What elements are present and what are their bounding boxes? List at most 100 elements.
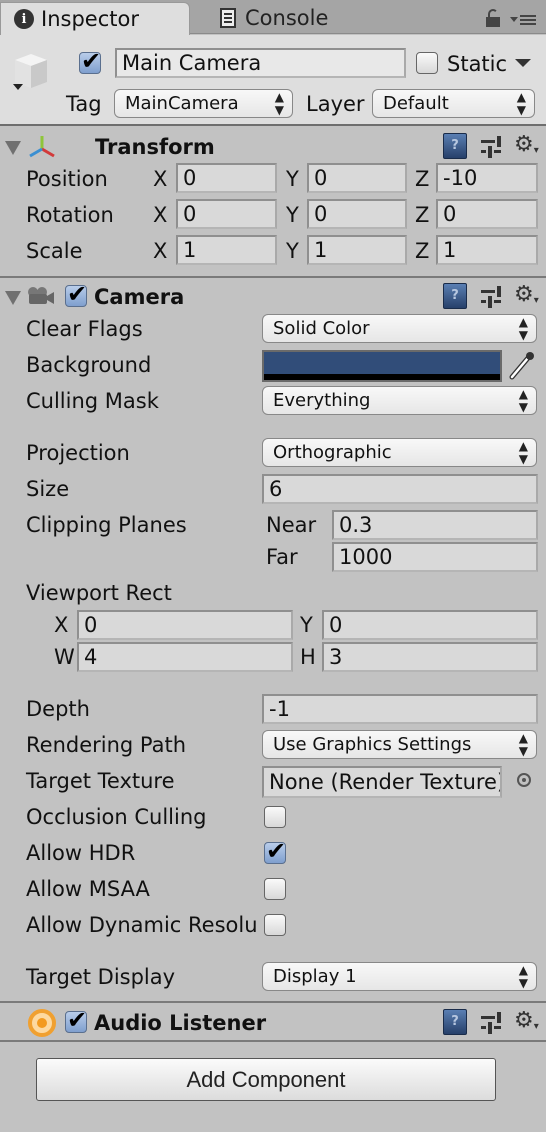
near-field[interactable]: 0.3	[332, 510, 538, 540]
rendering-path-dropdown[interactable]: Use Graphics Settings ▲ ▼	[262, 730, 537, 759]
rotation-y-field[interactable]: 0	[307, 199, 407, 229]
allow-dynamic-resolution-label: Allow Dynamic Resolu	[26, 913, 258, 937]
rotation-label: Rotation	[26, 203, 114, 227]
tag-value: MainCamera	[125, 93, 239, 114]
scale-z-field[interactable]: 1	[436, 235, 538, 265]
tag-dropdown[interactable]: MainCamera ▲ ▼	[114, 89, 293, 118]
viewport-y-label[interactable]: Y	[300, 612, 313, 638]
position-z-field[interactable]: -10	[436, 163, 538, 193]
help-icon[interactable]: ?	[443, 1009, 467, 1035]
help-icon[interactable]: ?	[443, 283, 467, 309]
size-label: Size	[26, 477, 70, 501]
eyedropper-icon[interactable]	[508, 350, 536, 380]
scale-y-field[interactable]: 1	[307, 235, 407, 265]
camera-title: Camera	[94, 285, 185, 309]
static-dropdown-icon[interactable]	[515, 59, 531, 67]
camera-icon	[28, 287, 54, 304]
presets-icon[interactable]	[481, 1012, 503, 1034]
scale-x-label[interactable]: X	[153, 238, 167, 264]
alpha-bar	[264, 374, 500, 380]
camera-enabled-checkbox[interactable]	[65, 280, 87, 308]
updown-arrows-icon: ▲ ▼	[516, 90, 526, 117]
updown-arrows-icon: ▲ ▼	[518, 731, 528, 758]
add-component-button[interactable]: Add Component	[36, 1058, 496, 1101]
viewport-x-label[interactable]: X	[54, 612, 68, 638]
viewport-h-field[interactable]: 3	[322, 642, 538, 672]
rotation-z-field[interactable]: 0	[436, 199, 538, 229]
gear-icon[interactable]: ⚙▾	[514, 1010, 539, 1036]
far-field[interactable]: 1000	[332, 542, 538, 572]
object-picker-icon[interactable]	[517, 773, 531, 787]
tab-bar: i Inspector Console	[0, 0, 546, 35]
layer-value: Default	[383, 93, 449, 114]
projection-dropdown[interactable]: Orthographic ▲ ▼	[262, 438, 537, 467]
rotation-z-label[interactable]: Z	[415, 202, 429, 228]
allow-msaa-checkbox[interactable]	[264, 878, 286, 900]
rendering-path-value: Use Graphics Settings	[273, 734, 472, 755]
rotation-x-label[interactable]: X	[153, 202, 167, 228]
tab-console-label: Console	[245, 6, 329, 30]
target-display-dropdown[interactable]: Display 1 ▲ ▼	[262, 962, 537, 991]
position-y-label[interactable]: Y	[286, 166, 299, 192]
culling-mask-dropdown[interactable]: Everything ▲ ▼	[262, 386, 537, 415]
viewport-h-label[interactable]: H	[300, 644, 316, 670]
viewport-w-label[interactable]: W	[54, 644, 75, 670]
gameobject-cube-icon[interactable]	[9, 50, 51, 92]
presets-icon[interactable]	[481, 136, 503, 158]
console-icon	[220, 8, 236, 28]
clipping-planes-label: Clipping Planes	[26, 513, 187, 537]
section-divider	[0, 1040, 546, 1042]
position-y-field[interactable]: 0	[307, 163, 407, 193]
help-icon[interactable]: ?	[443, 133, 467, 159]
section-divider	[0, 1001, 546, 1003]
viewport-y-field[interactable]: 0	[322, 610, 538, 640]
presets-icon[interactable]	[481, 286, 503, 308]
static-checkbox[interactable]	[416, 52, 438, 74]
info-icon: i	[14, 9, 34, 29]
position-x-label[interactable]: X	[153, 166, 167, 192]
scale-label: Scale	[26, 239, 83, 263]
clear-flags-label: Clear Flags	[26, 317, 143, 341]
scale-y-label[interactable]: Y	[286, 238, 299, 264]
gameobject-active-checkbox[interactable]	[79, 47, 101, 75]
near-label[interactable]: Near	[266, 512, 316, 538]
target-texture-label: Target Texture	[26, 769, 175, 793]
viewport-w-field[interactable]: 4	[77, 642, 293, 672]
tab-inspector-label: Inspector	[41, 7, 139, 31]
gear-icon[interactable]: ⚙▾	[514, 284, 539, 310]
section-divider	[0, 276, 546, 278]
target-texture-field[interactable]: None (Render Texture)	[262, 766, 502, 798]
projection-value: Orthographic	[273, 442, 392, 463]
occlusion-culling-checkbox[interactable]	[264, 806, 286, 828]
tag-label: Tag	[66, 92, 102, 116]
viewport-x-field[interactable]: 0	[77, 610, 293, 640]
camera-foldout-icon[interactable]	[5, 291, 21, 305]
updown-arrows-icon: ▲ ▼	[518, 439, 528, 466]
position-z-label[interactable]: Z	[415, 166, 429, 192]
tab-console[interactable]: Console	[220, 2, 328, 34]
gameobject-name-field[interactable]: Main Camera	[115, 48, 406, 78]
scale-x-field[interactable]: 1	[176, 235, 277, 265]
far-label[interactable]: Far	[266, 544, 298, 570]
rotation-x-field[interactable]: 0	[176, 199, 277, 229]
tab-menu-icon[interactable]	[510, 14, 540, 28]
tab-inspector[interactable]: i Inspector	[0, 2, 190, 35]
allow-hdr-checkbox[interactable]	[264, 837, 286, 865]
updown-arrows-icon: ▲ ▼	[274, 90, 284, 117]
scale-z-label[interactable]: Z	[415, 238, 429, 264]
layer-label: Layer	[306, 92, 365, 116]
audio-listener-icon	[28, 1009, 56, 1037]
background-color-field[interactable]	[262, 350, 502, 382]
transform-foldout-icon[interactable]	[5, 141, 21, 155]
clear-flags-dropdown[interactable]: Solid Color ▲ ▼	[262, 314, 537, 343]
depth-field[interactable]: -1	[262, 694, 538, 724]
gear-icon[interactable]: ⚙▾	[514, 134, 539, 160]
layer-dropdown[interactable]: Default ▲ ▼	[372, 89, 535, 118]
lock-icon[interactable]	[486, 9, 500, 27]
viewport-rect-label: Viewport Rect	[26, 581, 172, 605]
size-field[interactable]: 6	[262, 474, 538, 504]
allow-dynamic-resolution-checkbox[interactable]	[264, 914, 286, 936]
audio-listener-enabled-checkbox[interactable]	[65, 1006, 87, 1034]
rotation-y-label[interactable]: Y	[286, 202, 299, 228]
position-x-field[interactable]: 0	[176, 163, 277, 193]
